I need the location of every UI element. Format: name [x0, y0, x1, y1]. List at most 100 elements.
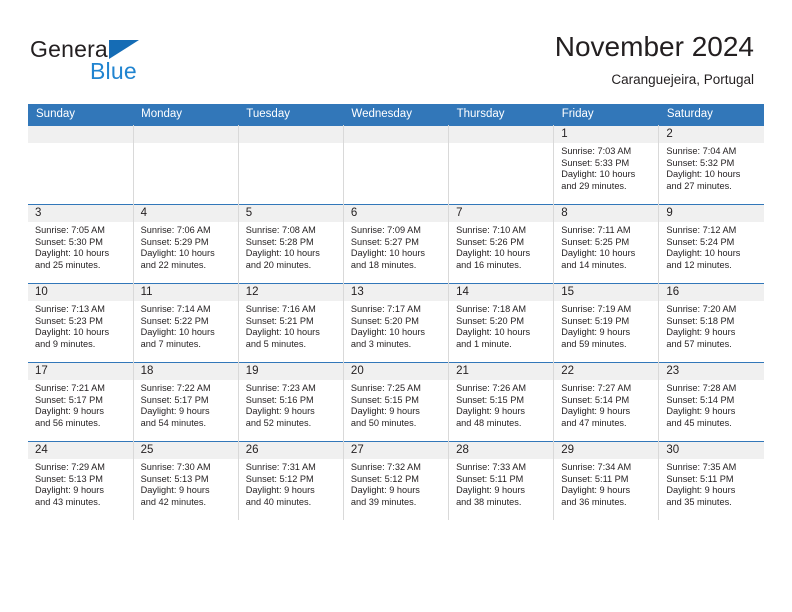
daylight-text-line2: and 12 minutes. — [666, 259, 732, 270]
calendar-day-cell[interactable]: 17 Sunrise: 7:21 AM Sunset: 5:17 PM Dayligh… — [28, 362, 134, 442]
calendar-day-cell[interactable]: 24 Sunrise: 7:29 AM Sunset: 5:13 PM Dayligh… — [28, 441, 134, 520]
day-cell-details: Sunrise: 7:05 AM Sunset: 5:30 PM Daylight:… — [28, 222, 133, 271]
daylight-text-line2: and 50 minutes. — [350, 417, 417, 428]
day-cell-details: Sunrise: 7:34 AM Sunset: 5:11 PM Daylight:… — [554, 459, 658, 508]
sunset-text: Sunset: 5:17 PM — [140, 394, 209, 405]
calendar-day-cell[interactable]: 27 Sunrise: 7:32 AM Sunset: 5:12 PM Dayligh… — [343, 441, 450, 520]
day-cell-inner: 4 Sunrise: 7:06 AM Sunset: 5:29 PM Daylight… — [133, 205, 238, 283]
day-cell-inner: 6 Sunrise: 7:09 AM Sunset: 5:27 PM Daylight… — [343, 205, 449, 283]
day-cell-inner — [343, 126, 449, 204]
day-number: 17 — [28, 363, 133, 380]
day-number: 16 — [659, 284, 764, 301]
sunset-text: Sunset: 5:13 PM — [140, 473, 209, 484]
calendar-day-cell[interactable]: 7 Sunrise: 7:10 AM Sunset: 5:26 PM Daylight… — [448, 204, 555, 284]
daylight-text-line2: and 47 minutes. — [561, 417, 627, 428]
day-number: 19 — [238, 363, 343, 380]
sunset-text: Sunset: 5:30 PM — [35, 236, 103, 247]
daylight-text-line1: Daylight: 10 hours — [140, 248, 215, 259]
general-blue-logo[interactable]: General Blue — [30, 36, 210, 88]
daylight-text-line1: Daylight: 10 hours — [35, 327, 110, 338]
sunrise-text: Sunrise: 7:32 AM — [350, 462, 421, 472]
daylight-text-line2: and 36 minutes. — [561, 496, 627, 507]
day-cell-details: Sunrise: 7:08 AM Sunset: 5:28 PM Daylight:… — [239, 222, 343, 271]
daylight-text-line1: Daylight: 9 hours — [666, 406, 736, 417]
day-cell-inner: 30 Sunrise: 7:35 AM Sunset: 5:11 PM Dayligh… — [659, 442, 764, 520]
calendar-day-cell[interactable]: 26 Sunrise: 7:31 AM Sunset: 5:12 PM Dayligh… — [238, 441, 344, 520]
calendar-day-cell[interactable]: 16 Sunrise: 7:20 AM Sunset: 5:18 PM Dayligh… — [658, 283, 764, 363]
calendar-day-cell[interactable]: 11 Sunrise: 7:14 AM Sunset: 5:22 PM Dayligh… — [133, 283, 239, 363]
calendar-day-cell[interactable]: 19 Sunrise: 7:23 AM Sunset: 5:16 PM Dayligh… — [238, 362, 344, 442]
day-number: 10 — [28, 284, 133, 301]
sunrise-text: Sunrise: 7:06 AM — [140, 225, 211, 235]
day-number — [28, 126, 133, 143]
sunrise-text: Sunrise: 7:25 AM — [350, 383, 421, 393]
daylight-text-line2: and 45 minutes. — [666, 417, 732, 428]
calendar-day-cell[interactable]: 9 Sunrise: 7:12 AM Sunset: 5:24 PM Daylight… — [658, 204, 764, 284]
sunrise-text: Sunrise: 7:28 AM — [666, 383, 737, 393]
weekday-header-sunday: Sunday — [28, 104, 134, 126]
day-number: 1 — [554, 126, 659, 143]
calendar-day-cell[interactable]: 5 Sunrise: 7:08 AM Sunset: 5:28 PM Daylight… — [238, 204, 344, 284]
sunrise-text: Sunrise: 7:17 AM — [350, 304, 421, 314]
daylight-text-line1: Daylight: 9 hours — [666, 485, 736, 496]
calendar-day-cell[interactable]: 21 Sunrise: 7:26 AM Sunset: 5:15 PM Dayligh… — [448, 362, 555, 442]
calendar-day-cell[interactable]: 15 Sunrise: 7:19 AM Sunset: 5:19 PM Dayligh… — [553, 283, 660, 363]
calendar-day-cell[interactable]: 6 Sunrise: 7:09 AM Sunset: 5:27 PM Daylight… — [343, 204, 450, 284]
sunrise-text: Sunrise: 7:31 AM — [245, 462, 316, 472]
daylight-text-line2: and 29 minutes. — [561, 180, 627, 191]
sunrise-text: Sunrise: 7:16 AM — [245, 304, 316, 314]
sunrise-text: Sunrise: 7:08 AM — [245, 225, 316, 235]
day-cell-inner: 14 Sunrise: 7:18 AM Sunset: 5:20 PM Dayligh… — [449, 284, 554, 362]
day-cell-inner — [449, 126, 554, 204]
day-cell-details: Sunrise: 7:04 AM Sunset: 5:32 PM Daylight:… — [659, 143, 764, 192]
day-cell-details: Sunrise: 7:11 AM Sunset: 5:25 PM Daylight:… — [554, 222, 658, 271]
sunset-text: Sunset: 5:17 PM — [35, 394, 103, 405]
day-cell-details: Sunrise: 7:25 AM Sunset: 5:15 PM Daylight:… — [344, 380, 448, 429]
calendar-day-cell[interactable]: 22 Sunrise: 7:27 AM Sunset: 5:14 PM Dayligh… — [553, 362, 660, 442]
day-number: 23 — [659, 363, 764, 380]
day-cell-inner: 8 Sunrise: 7:11 AM Sunset: 5:25 PM Daylight… — [554, 205, 659, 283]
sunset-text: Sunset: 5:20 PM — [350, 315, 419, 326]
day-cell-details: Sunrise: 7:10 AM Sunset: 5:26 PM Daylight:… — [449, 222, 553, 271]
sunrise-text: Sunrise: 7:21 AM — [35, 383, 105, 393]
calendar-day-cell[interactable]: 29 Sunrise: 7:34 AM Sunset: 5:11 PM Dayligh… — [553, 441, 660, 520]
calendar-day-cell[interactable]: 13 Sunrise: 7:17 AM Sunset: 5:20 PM Dayligh… — [343, 283, 450, 363]
daylight-text-line1: Daylight: 9 hours — [561, 406, 631, 417]
day-cell-inner: 29 Sunrise: 7:34 AM Sunset: 5:11 PM Dayligh… — [554, 442, 659, 520]
sunset-text: Sunset: 5:15 PM — [350, 394, 419, 405]
calendar-day-cell[interactable]: 28 Sunrise: 7:33 AM Sunset: 5:11 PM Dayligh… — [448, 441, 555, 520]
calendar-day-cell[interactable]: 25 Sunrise: 7:30 AM Sunset: 5:13 PM Dayligh… — [133, 441, 239, 520]
calendar-day-cell[interactable]: 4 Sunrise: 7:06 AM Sunset: 5:29 PM Daylight… — [133, 204, 239, 284]
sunset-text: Sunset: 5:12 PM — [245, 473, 314, 484]
sunrise-text: Sunrise: 7:04 AM — [666, 146, 737, 156]
daylight-text-line1: Daylight: 9 hours — [350, 485, 420, 496]
sunset-text: Sunset: 5:14 PM — [666, 394, 735, 405]
calendar-day-cell[interactable]: 18 Sunrise: 7:22 AM Sunset: 5:17 PM Dayligh… — [133, 362, 239, 442]
calendar-day-cell[interactable]: 30 Sunrise: 7:35 AM Sunset: 5:11 PM Dayligh… — [658, 441, 764, 520]
daylight-text-line1: Daylight: 10 hours — [245, 248, 320, 259]
sunset-text: Sunset: 5:29 PM — [140, 236, 209, 247]
calendar-day-cell[interactable]: 8 Sunrise: 7:11 AM Sunset: 5:25 PM Daylight… — [553, 204, 660, 284]
day-cell-inner: 13 Sunrise: 7:17 AM Sunset: 5:20 PM Dayligh… — [343, 284, 449, 362]
calendar-day-cell[interactable]: 20 Sunrise: 7:25 AM Sunset: 5:15 PM Dayligh… — [343, 362, 450, 442]
sunrise-text: Sunrise: 7:13 AM — [35, 304, 105, 314]
day-cell-details: Sunrise: 7:22 AM Sunset: 5:17 PM Daylight:… — [134, 380, 238, 429]
calendar-week-row: 24 Sunrise: 7:29 AM Sunset: 5:13 PM Dayligh… — [28, 441, 764, 520]
daylight-text-line1: Daylight: 10 hours — [245, 327, 320, 338]
sunset-text: Sunset: 5:11 PM — [666, 473, 734, 484]
daylight-text-line2: and 40 minutes. — [245, 496, 312, 507]
day-cell-details: Sunrise: 7:33 AM Sunset: 5:11 PM Daylight:… — [449, 459, 553, 508]
calendar-day-cell[interactable]: 10 Sunrise: 7:13 AM Sunset: 5:23 PM Dayligh… — [28, 283, 134, 363]
day-number: 20 — [343, 363, 449, 380]
day-number: 5 — [238, 205, 343, 222]
day-cell-details: Sunrise: 7:12 AM Sunset: 5:24 PM Daylight:… — [659, 222, 764, 271]
calendar-day-cell[interactable]: 3 Sunrise: 7:05 AM Sunset: 5:30 PM Daylight… — [28, 204, 134, 284]
daylight-text-line1: Daylight: 9 hours — [456, 406, 526, 417]
calendar-day-cell[interactable]: 2 Sunrise: 7:04 AM Sunset: 5:32 PM Daylight… — [658, 125, 764, 205]
calendar-day-cell[interactable]: 23 Sunrise: 7:28 AM Sunset: 5:14 PM Dayligh… — [658, 362, 764, 442]
calendar-day-cell[interactable]: 14 Sunrise: 7:18 AM Sunset: 5:20 PM Dayligh… — [448, 283, 555, 363]
calendar-day-cell[interactable]: 12 Sunrise: 7:16 AM Sunset: 5:21 PM Dayligh… — [238, 283, 344, 363]
sunset-text: Sunset: 5:27 PM — [350, 236, 419, 247]
daylight-text-line2: and 7 minutes. — [140, 338, 201, 349]
calendar-day-cell[interactable]: 1 Sunrise: 7:03 AM Sunset: 5:33 PM Daylight… — [553, 125, 660, 205]
